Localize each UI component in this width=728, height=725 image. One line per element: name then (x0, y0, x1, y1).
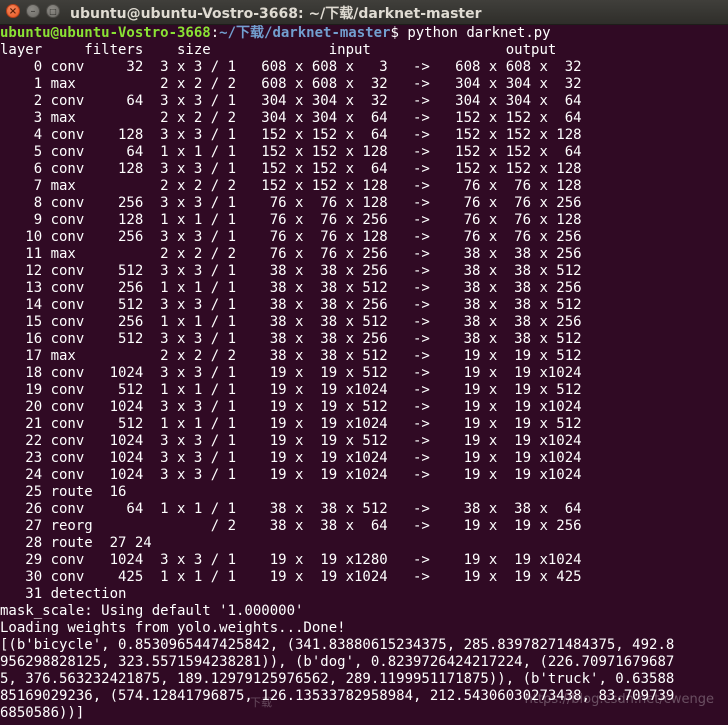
watermark: https://blog.csdn.net/cwenge (524, 692, 714, 707)
output-line: Loading weights from yolo.weights...Done… (0, 620, 346, 636)
output-line: 7 max 2 x 2 / 2 152 x 152 x 128 -> 76 x … (0, 178, 582, 194)
output-line: 29 conv 1024 3 x 3 / 1 19 x 19 x1280 -> … (0, 552, 582, 568)
output-line: 22 conv 1024 3 x 3 / 1 19 x 19 x 512 -> … (0, 433, 582, 449)
output-line: 10 conv 256 3 x 3 / 1 76 x 76 x 128 -> 7… (0, 229, 582, 245)
output-line: 24 conv 1024 3 x 3 / 1 19 x 19 x1024 -> … (0, 467, 582, 483)
output-line: layer filters size input output (0, 42, 557, 58)
minimize-icon: – (30, 6, 36, 17)
window-title: ubuntu@ubuntu-Vostro-3668: ~/下载/darknet-… (70, 6, 482, 22)
output-line: 28 route 27 24 (0, 535, 152, 551)
output-line: 9 conv 128 1 x 1 / 1 76 x 76 x 256 -> 76… (0, 212, 582, 228)
output-line: 4 conv 128 3 x 3 / 1 152 x 152 x 64 -> 1… (0, 127, 582, 143)
output-line: 23 conv 1024 3 x 3 / 1 19 x 19 x1024 -> … (0, 450, 582, 466)
output-line: 25 route 16 (0, 484, 127, 500)
output-line: 16 conv 512 3 x 3 / 1 38 x 38 x 256 -> 3… (0, 331, 582, 347)
output-line: 19 conv 512 1 x 1 / 1 19 x 19 x1024 -> 1… (0, 382, 582, 398)
output-line: 21 conv 512 1 x 1 / 1 19 x 19 x1024 -> 1… (0, 416, 582, 432)
maximize-icon: □ (49, 7, 57, 16)
terminal-output[interactable]: ubuntu@ubuntu-Vostro-3668:~/下载/darknet-m… (0, 25, 728, 725)
close-window-button[interactable]: × (6, 4, 20, 18)
output-line: 6 conv 128 3 x 3 / 1 152 x 152 x 64 -> 1… (0, 161, 582, 177)
maximize-window-button[interactable]: □ (46, 4, 60, 18)
output-line: 5 conv 64 1 x 1 / 1 152 x 152 x 128 -> 1… (0, 144, 582, 160)
output-line: 5, 376.563232421875, 189.12979125976562,… (0, 671, 675, 687)
faded-text: 下载 (250, 696, 272, 709)
close-icon: × (8, 6, 18, 17)
output-lines: layer filters size input output 0 conv 3… (0, 42, 728, 722)
output-line: 14 conv 512 3 x 3 / 1 38 x 38 x 256 -> 3… (0, 297, 582, 313)
output-line: 20 conv 1024 3 x 3 / 1 19 x 19 x 512 -> … (0, 399, 582, 415)
output-line: 31 detection (0, 586, 127, 602)
output-line: 0 conv 32 3 x 3 / 1 608 x 608 x 3 -> 608… (0, 59, 582, 75)
output-line: 17 max 2 x 2 / 2 38 x 38 x 512 -> 19 x 1… (0, 348, 582, 364)
output-line: 15 conv 256 1 x 1 / 1 38 x 38 x 512 -> 3… (0, 314, 582, 330)
title-bar[interactable]: × – □ ubuntu@ubuntu-Vostro-3668: ~/下载/da… (0, 0, 728, 25)
prompt-command: python darknet.py (407, 25, 551, 41)
minimize-window-button[interactable]: – (26, 4, 40, 18)
output-line: 12 conv 512 3 x 3 / 1 38 x 38 x 256 -> 3… (0, 263, 582, 279)
prompt-dollar: $ (390, 25, 408, 41)
output-line: 18 conv 1024 3 x 3 / 1 19 x 19 x 512 -> … (0, 365, 582, 381)
output-line: 956298828125, 323.5571594238281)), (b'do… (0, 654, 675, 670)
output-line: mask_scale: Using default '1.000000' (0, 603, 304, 619)
output-line: 27 reorg / 2 38 x 38 x 64 -> 19 x 19 x 2… (0, 518, 582, 534)
output-line: 30 conv 425 1 x 1 / 1 19 x 19 x1024 -> 1… (0, 569, 582, 585)
prompt-colon: : (210, 25, 220, 41)
output-line: [(b'bicycle', 0.8530965447425842, (341.8… (0, 637, 675, 653)
prompt-user-host: ubuntu@ubuntu-Vostro-3668 (0, 25, 211, 41)
command-prompt-line: ubuntu@ubuntu-Vostro-3668:~/下载/darknet-m… (0, 25, 728, 42)
output-line: 11 max 2 x 2 / 2 76 x 76 x 256 -> 38 x 3… (0, 246, 582, 262)
output-line: 6850586))] (0, 705, 85, 721)
prompt-path: ~/下载/darknet-master (219, 25, 391, 41)
output-line: 26 conv 64 1 x 1 / 1 38 x 38 x 512 -> 38… (0, 501, 582, 517)
output-line: 8 conv 256 3 x 3 / 1 76 x 76 x 128 -> 76… (0, 195, 582, 211)
terminal-window: × – □ ubuntu@ubuntu-Vostro-3668: ~/下载/da… (0, 0, 728, 725)
output-line: 3 max 2 x 2 / 2 304 x 304 x 64 -> 152 x … (0, 110, 582, 126)
output-line: 1 max 2 x 2 / 2 608 x 608 x 32 -> 304 x … (0, 76, 582, 92)
output-line: 13 conv 256 1 x 1 / 1 38 x 38 x 512 -> 3… (0, 280, 582, 296)
output-line: 2 conv 64 3 x 3 / 1 304 x 304 x 32 -> 30… (0, 93, 582, 109)
